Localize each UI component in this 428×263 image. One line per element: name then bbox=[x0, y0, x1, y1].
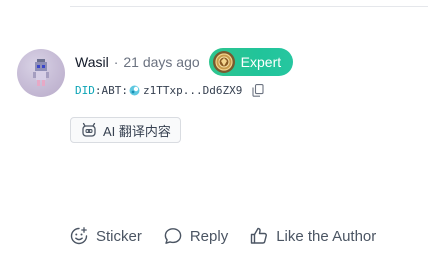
did-value[interactable]: z1TTxp...Dd6ZX9 bbox=[143, 84, 242, 97]
sticker-icon bbox=[70, 227, 88, 245]
reply-label: Reply bbox=[189, 227, 229, 245]
reply-bubble-icon bbox=[164, 228, 182, 244]
ai-translate-label: AI 翻译内容 bbox=[103, 123, 171, 139]
did-prefix: DID bbox=[75, 83, 95, 97]
author-name[interactable]: Wasil bbox=[75, 54, 109, 70]
thumbs-up-icon bbox=[251, 227, 268, 244]
badge-label: Expert bbox=[240, 54, 282, 70]
top-divider bbox=[70, 6, 428, 7]
reply-button[interactable]: Reply bbox=[163, 226, 228, 246]
comment-time: 21 days ago bbox=[123, 54, 200, 70]
copy-icon[interactable] bbox=[252, 83, 264, 97]
expert-badge: Expert bbox=[208, 48, 294, 76]
comment-header: Wasil · 21 days ago Expert bbox=[75, 48, 294, 76]
abt-logo-icon bbox=[129, 85, 140, 95]
did-row: DID : ABT: z1TTxp...Dd6ZX9 bbox=[75, 82, 264, 98]
pixel-robot-avatar-icon bbox=[33, 59, 49, 86]
expert-medal-icon bbox=[212, 51, 235, 73]
sticker-button[interactable]: Sticker bbox=[69, 226, 142, 246]
ai-translate-button[interactable]: AI 翻译内容 bbox=[70, 117, 181, 143]
avatar[interactable] bbox=[17, 49, 65, 97]
did-chain: ABT: bbox=[101, 83, 129, 97]
sticker-label: Sticker bbox=[96, 227, 142, 245]
like-author-button[interactable]: Like the Author bbox=[249, 226, 376, 246]
separator-dot: · bbox=[113, 54, 119, 70]
did-colon: : bbox=[94, 83, 102, 97]
like-author-label: Like the Author bbox=[276, 227, 377, 245]
comment-actions: Sticker Reply Like the Author bbox=[69, 226, 376, 246]
robot-icon bbox=[82, 122, 96, 137]
